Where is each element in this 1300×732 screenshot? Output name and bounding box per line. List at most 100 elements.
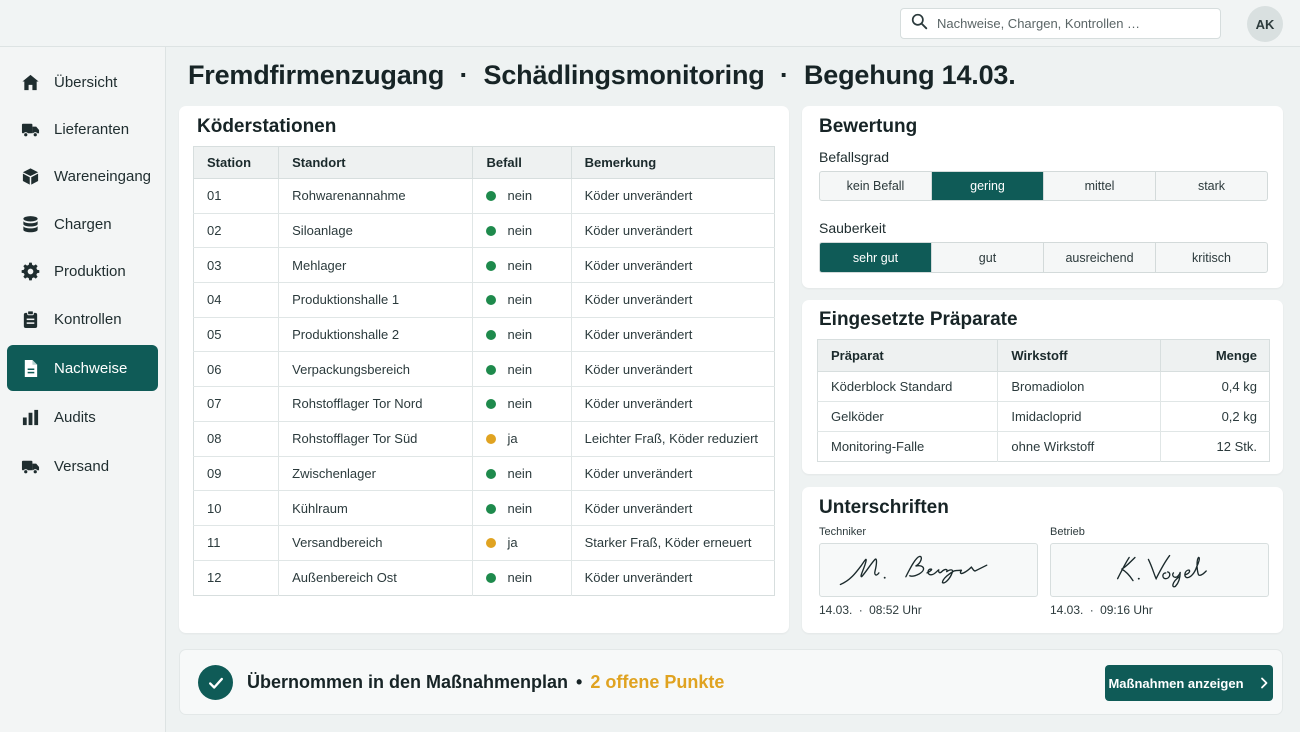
sidebar-item-chargen[interactable]: Chargen bbox=[7, 201, 158, 247]
table-row[interactable]: Köderblock Standard Bromadiolon 0,4 kg bbox=[817, 371, 1270, 402]
sidebar-item-versand[interactable]: Versand bbox=[7, 443, 158, 489]
avatar[interactable]: AK bbox=[1247, 6, 1283, 42]
befall-value: ja bbox=[507, 535, 518, 551]
sauberkeit-option-kritisch[interactable]: kritisch bbox=[1156, 243, 1267, 272]
sauberkeit-option-sehr-gut[interactable]: sehr gut bbox=[820, 243, 932, 272]
column-header[interactable]: Präparat bbox=[817, 339, 999, 372]
sidebar-item-kontrollen[interactable]: Kontrollen bbox=[7, 296, 158, 342]
table-row[interactable]: 04 Produktionshalle 1 nein Köder unveränder… bbox=[193, 282, 775, 318]
truck-icon bbox=[20, 119, 40, 139]
column-header[interactable]: Standort bbox=[278, 146, 474, 179]
truck-icon bbox=[20, 456, 40, 476]
title-separator: · bbox=[459, 60, 469, 90]
status-banner: Übernommen in den Maßnahmenplan • 2 offene… bbox=[179, 649, 1283, 715]
table-row[interactable]: 07 Rohstofflager Tor Nord nein Köder unverä… bbox=[193, 386, 775, 422]
stations-table: Station Standort Befall Bemerkung 01 Rohw… bbox=[193, 146, 775, 596]
befall-value: nein bbox=[507, 361, 533, 377]
befall-value: nein bbox=[507, 327, 533, 343]
sidebar-item-label: Wareneingang bbox=[54, 167, 152, 185]
table-header-row: Präparat Wirkstoff Menge bbox=[817, 339, 1270, 372]
standort-cell: Verpackungsbereich bbox=[278, 351, 474, 388]
column-header[interactable]: Wirkstoff bbox=[997, 339, 1161, 372]
table-row[interactable]: 03 Mehlager nein Köder unverändert bbox=[193, 247, 775, 284]
operator-signature bbox=[1050, 543, 1269, 597]
table-row[interactable]: 12 Außenbereich Ost nein Köder unverändert bbox=[193, 560, 775, 596]
praeparat-cell: Köderblock Standard bbox=[817, 371, 999, 402]
standort-cell: Produktionshalle 1 bbox=[278, 282, 474, 318]
standort-cell: Produktionshalle 2 bbox=[278, 317, 474, 353]
sauberkeit-option-gut[interactable]: gut bbox=[932, 243, 1044, 272]
bemerkung-cell: Köder unverändert bbox=[571, 282, 775, 318]
sidebar-item-label: Nachweise bbox=[54, 359, 128, 377]
table-row[interactable]: 08 Rohstofflager Tor Süd ja Leichter Fraß, … bbox=[193, 421, 775, 457]
sidebar-item-lieferanten[interactable]: Lieferanten bbox=[7, 106, 158, 152]
table-row[interactable]: Gelköder Imidacloprid 0,2 kg bbox=[817, 401, 1270, 432]
befall-value: nein bbox=[507, 396, 533, 412]
station-cell: 04 bbox=[193, 282, 280, 318]
befall-value: nein bbox=[507, 188, 533, 204]
search-input[interactable] bbox=[937, 16, 1207, 31]
station-cell: 06 bbox=[193, 351, 280, 388]
table-row[interactable]: 02 Siloanlage nein Köder unverändert bbox=[193, 213, 775, 249]
befall-cell: nein bbox=[472, 456, 572, 492]
stations-table-body: 01 Rohwarenannahme nein Köder unverändert 02… bbox=[193, 178, 775, 596]
station-cell: 09 bbox=[193, 456, 280, 492]
search-icon bbox=[911, 13, 928, 35]
search-box[interactable] bbox=[900, 8, 1221, 39]
column-header[interactable]: Befall bbox=[472, 146, 572, 179]
table-row[interactable]: 01 Rohwarenannahme nein Köder unverändert bbox=[193, 178, 775, 214]
column-header[interactable]: Menge bbox=[1160, 339, 1270, 372]
table-row[interactable]: 05 Produktionshalle 2 nein Köder unveränder… bbox=[193, 317, 775, 353]
bemerkung-cell: Köder unverändert bbox=[571, 386, 775, 422]
standort-cell: Versandbereich bbox=[278, 525, 474, 561]
status-separator: • bbox=[576, 672, 583, 692]
befallsgrad-option-mittel[interactable]: mittel bbox=[1044, 172, 1156, 200]
timestamp-separator: · bbox=[1089, 603, 1094, 617]
table-row[interactable]: 11 Versandbereich ja Starker Fraß, Köder er… bbox=[193, 525, 775, 561]
menge-cell: 0,4 kg bbox=[1160, 371, 1270, 402]
sidebar-item-label: Produktion bbox=[54, 262, 126, 280]
befall-cell: nein bbox=[472, 386, 572, 422]
status-dot-icon bbox=[486, 364, 497, 375]
sidebar-item-label: Chargen bbox=[54, 215, 112, 233]
table-row[interactable]: 06 Verpackungsbereich nein Köder unveränder… bbox=[193, 351, 775, 388]
page-title: Fremdfirmenzugang · Schädlingsmonitoring… bbox=[188, 60, 1016, 91]
befallsgrad-option-gering[interactable]: gering bbox=[932, 172, 1044, 200]
praeparat-cell: Gelköder bbox=[817, 401, 999, 432]
bemerkung-cell: Leichter Fraß, Köder reduziert bbox=[571, 421, 775, 457]
sidebar-item-uebersicht[interactable]: Übersicht bbox=[7, 59, 158, 105]
technician-time: 08:52 Uhr bbox=[869, 603, 922, 617]
table-row[interactable]: Monitoring-Falle ohne Wirkstoff 12 Stk. bbox=[817, 431, 1270, 462]
sidebar-item-label: Lieferanten bbox=[54, 120, 130, 138]
table-row[interactable]: 10 Kühlraum nein Köder unverändert bbox=[193, 490, 775, 526]
timestamp-separator: · bbox=[858, 603, 863, 617]
column-header[interactable]: Station bbox=[193, 146, 280, 179]
title-part-2: Schädlingsmonitoring bbox=[483, 60, 765, 90]
technician-timestamp: 14.03. · 08:52 Uhr bbox=[819, 603, 922, 617]
bemerkung-cell: Köder unverändert bbox=[571, 351, 775, 388]
bemerkung-cell: Köder unverändert bbox=[571, 456, 775, 492]
station-cell: 12 bbox=[193, 560, 280, 596]
station-cell: 11 bbox=[193, 525, 280, 561]
sidebar-item-audits[interactable]: Audits bbox=[7, 394, 158, 440]
bar-chart-icon bbox=[20, 407, 40, 427]
sauberkeit-option-ausreichend[interactable]: ausreichend bbox=[1044, 243, 1156, 272]
befall-cell: nein bbox=[472, 317, 572, 353]
befallsgrad-option-stark[interactable]: stark bbox=[1156, 172, 1267, 200]
status-dot-icon bbox=[486, 434, 497, 445]
standort-cell: Rohwarenannahme bbox=[278, 178, 474, 214]
table-row[interactable]: 09 Zwischenlager nein Köder unverändert bbox=[193, 456, 775, 492]
bemerkung-cell: Köder unverändert bbox=[571, 317, 775, 353]
sidebar-item-wareneingang[interactable]: Wareneingang bbox=[7, 153, 158, 199]
column-header[interactable]: Bemerkung bbox=[571, 146, 775, 179]
station-cell: 10 bbox=[193, 490, 280, 526]
sidebar-item-produktion[interactable]: Produktion bbox=[7, 248, 158, 294]
show-measures-button[interactable]: Maßnahmen anzeigen bbox=[1105, 665, 1273, 701]
station-cell: 05 bbox=[193, 317, 280, 353]
status-dot-icon bbox=[486, 191, 497, 202]
operator-label: Betrieb bbox=[1050, 526, 1085, 538]
sidebar-item-nachweise[interactable]: Nachweise bbox=[7, 345, 158, 391]
befallsgrad-option-kein-befall[interactable]: kein Befall bbox=[820, 172, 932, 200]
rating-card: Bewertung Befallsgrad kein Befall gering… bbox=[802, 106, 1283, 288]
bemerkung-cell: Köder unverändert bbox=[571, 247, 775, 284]
